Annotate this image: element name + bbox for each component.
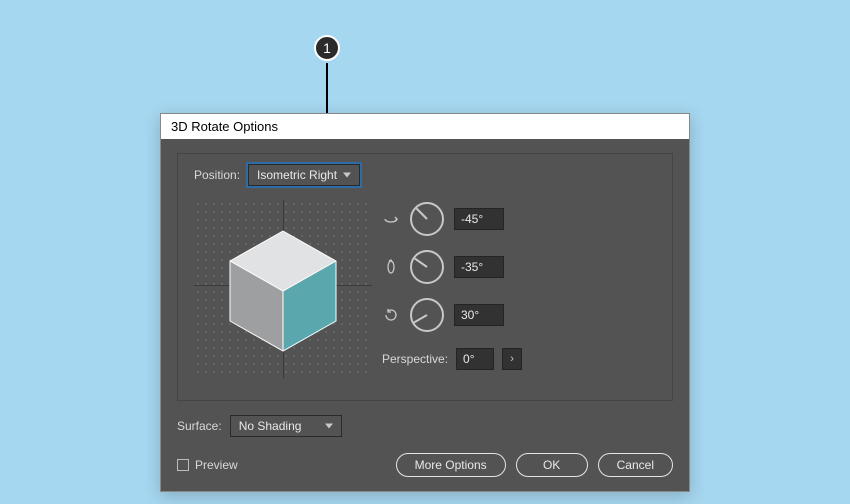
- dial-needle: [416, 208, 428, 220]
- ok-label: OK: [543, 458, 560, 472]
- rotation-dials: -45° -35°: [382, 200, 656, 378]
- chevron-down-icon: [325, 424, 333, 429]
- surface-row: Surface: No Shading: [177, 415, 673, 437]
- rotation-y-value: -35°: [461, 260, 483, 274]
- position-row: Position: Isometric Right: [194, 164, 656, 186]
- callout-badge: 1: [314, 35, 340, 61]
- perspective-more-button[interactable]: ›: [502, 348, 522, 370]
- chevron-down-icon: [343, 173, 351, 178]
- cube-preview[interactable]: [194, 200, 372, 378]
- dialog-title: 3D Rotate Options: [161, 114, 689, 139]
- main-row: -45° -35°: [194, 200, 656, 378]
- callout-number: 1: [323, 40, 331, 56]
- more-options-button[interactable]: More Options: [396, 453, 506, 477]
- checkbox-icon: [177, 459, 189, 471]
- rotation-z-input[interactable]: 30°: [454, 304, 504, 326]
- surface-label: Surface:: [177, 419, 222, 433]
- cube-icon: [223, 224, 343, 354]
- preview-label: Preview: [195, 458, 238, 472]
- dialog-footer: Preview More Options OK Cancel: [177, 453, 673, 477]
- more-options-label: More Options: [415, 458, 487, 472]
- cancel-label: Cancel: [617, 458, 654, 472]
- dial-needle: [414, 258, 427, 268]
- preview-checkbox[interactable]: Preview: [177, 458, 238, 472]
- surface-value: No Shading: [239, 419, 302, 433]
- rotation-z-value: 30°: [461, 308, 479, 322]
- position-value: Isometric Right: [257, 168, 337, 182]
- rotation-x-dial[interactable]: [410, 202, 444, 236]
- perspective-value: 0°: [463, 352, 474, 366]
- rotation-z-row: 30°: [382, 298, 656, 332]
- rotation-x-input[interactable]: -45°: [454, 208, 504, 230]
- ok-button[interactable]: OK: [516, 453, 588, 477]
- dial-needle: [414, 314, 428, 323]
- perspective-label: Perspective:: [382, 352, 448, 366]
- rotate-y-icon: [382, 259, 400, 275]
- cancel-button[interactable]: Cancel: [598, 453, 673, 477]
- surface-select[interactable]: No Shading: [230, 415, 342, 437]
- rotation-y-row: -35°: [382, 250, 656, 284]
- rotation-x-value: -45°: [461, 212, 483, 226]
- rotation-z-dial[interactable]: [410, 298, 444, 332]
- dialog-body: Position: Isometric Right: [161, 139, 689, 491]
- button-group: More Options OK Cancel: [396, 453, 673, 477]
- rotate-x-icon: [382, 211, 400, 227]
- perspective-row: Perspective: 0° ›: [382, 348, 656, 370]
- dialog-3d-rotate-options: 3D Rotate Options Position: Isometric Ri…: [160, 113, 690, 492]
- chevron-right-icon: ›: [510, 353, 514, 365]
- rotation-panel: Position: Isometric Right: [177, 153, 673, 401]
- perspective-input[interactable]: 0°: [456, 348, 494, 370]
- position-select[interactable]: Isometric Right: [248, 164, 360, 186]
- rotation-x-row: -45°: [382, 202, 656, 236]
- rotation-y-dial[interactable]: [410, 250, 444, 284]
- rotation-y-input[interactable]: -35°: [454, 256, 504, 278]
- position-label: Position:: [194, 168, 240, 182]
- rotate-z-icon: [382, 307, 400, 323]
